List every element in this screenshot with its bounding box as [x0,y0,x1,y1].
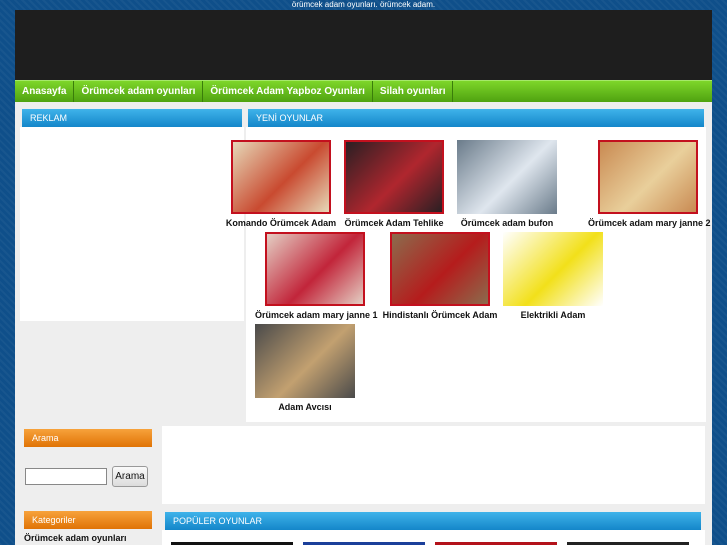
popular-games-title: POPÜLER OYUNLAR [165,512,701,530]
game-title[interactable]: Örümcek Adam Tehlike [334,218,454,228]
game-tile[interactable]: Komando Örümcek Adam [221,140,341,228]
search-input[interactable] [25,468,107,485]
game-tile[interactable]: Örümcek Adam Tehlike [334,140,454,228]
game-title[interactable]: Hindistanlı Örümcek Adam [380,310,500,320]
game-thumbnail[interactable] [503,232,603,306]
game-thumbnail[interactable] [231,140,331,214]
game-title[interactable]: Adam Avcısı [245,402,365,412]
banner-area [162,426,705,504]
page-wrapper: Anasayfa Örümcek adam oyunları Örümcek A… [15,10,712,545]
game-thumbnail[interactable] [265,232,365,306]
ad-panel-body [20,127,244,321]
game-title[interactable]: Elektrikli Adam [493,310,613,320]
game-tile[interactable]: Örümcek adam mary janne 2 [588,140,711,228]
site-header [15,10,712,80]
game-tile[interactable]: Elektrikli Adam [493,232,613,320]
game-tile[interactable]: Örümcek adam mary janne 1 [255,232,378,320]
game-title[interactable]: Örümcek adam mary janne 1 [255,310,378,320]
nav-item-spiderman-games[interactable]: Örümcek adam oyunları [74,81,204,102]
ad-panel-title: REKLAM [22,109,242,127]
game-thumbnail[interactable] [255,324,355,398]
nav-item-puzzle-games[interactable]: Örümcek Adam Yapboz Oyunları [203,81,373,102]
nav-item-gun-games[interactable]: Silah oyunları [373,81,454,102]
game-thumbnail[interactable] [344,140,444,214]
game-title[interactable]: Örümcek adam mary janne 2 [588,218,711,228]
new-games-title: YENİ OYUNLAR [248,109,704,127]
search-button[interactable]: Arama [112,466,148,487]
top-tagline: örümcek adam oyunları. örümcek adam. [291,0,436,9]
game-thumbnail[interactable] [457,140,557,214]
nav-item-home[interactable]: Anasayfa [15,81,75,102]
game-title[interactable]: Komando Örümcek Adam [221,218,341,228]
game-tile[interactable]: Hindistanlı Örümcek Adam [380,232,500,320]
game-tile[interactable]: Adam Avcısı [245,324,365,412]
game-title[interactable]: Örümcek adam bufon [447,218,567,228]
category-link[interactable]: Örümcek adam oyunları [24,533,127,543]
main-nav: Anasayfa Örümcek adam oyunları Örümcek A… [15,80,712,102]
game-thumbnail[interactable] [598,140,698,214]
game-tile[interactable]: Örümcek adam bufon [447,140,567,228]
categories-panel-title: Kategoriler [24,511,152,529]
game-thumbnail[interactable] [390,232,490,306]
search-panel-title: Arama [24,429,152,447]
